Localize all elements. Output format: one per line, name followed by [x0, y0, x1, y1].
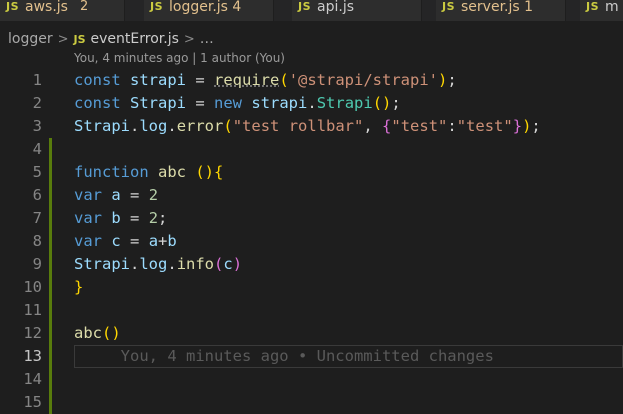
code-text: const Strapi = new strapi.Strapi();: [74, 94, 401, 112]
code-line: 1 const strapi = require('@strapi/strapi…: [0, 69, 623, 92]
git-added-gutter-indicator[interactable]: [49, 207, 52, 230]
breadcrumb: logger > JS eventError.js > …: [0, 29, 623, 49]
line-number: 10: [23, 278, 42, 296]
javascript-file-icon: JS: [298, 0, 312, 13]
code-line: 8 var c = a+b: [0, 230, 623, 253]
code-line: 5 function abc (){: [0, 161, 623, 184]
code-line: 7 var b = 2;: [0, 207, 623, 230]
code-text: Strapi.log.error("test rollbar", {"test"…: [74, 117, 541, 135]
tab-aws-js[interactable]: JS aws.js 2: [0, 0, 125, 21]
code-text: const strapi = require('@strapi/strapi')…: [74, 71, 457, 89]
code-line: 12 abc(): [0, 322, 623, 345]
tab-label: aws.js: [25, 0, 68, 15]
javascript-file-icon: JS: [73, 32, 86, 46]
git-added-gutter-indicator[interactable]: [49, 345, 52, 368]
code-line-active: 13 You, 4 minutes ago • Uncommitted chan…: [0, 345, 623, 368]
line-number: 1: [32, 71, 42, 89]
git-added-gutter-indicator[interactable]: [49, 161, 52, 184]
code-line: 10 }: [0, 276, 623, 299]
line-number: 2: [32, 94, 42, 112]
code-line: 6 var a = 2: [0, 184, 623, 207]
code-line: 2 const Strapi = new strapi.Strapi();: [0, 92, 623, 115]
tab-api-js[interactable]: JS api.js: [292, 0, 422, 21]
git-added-gutter-indicator[interactable]: [49, 299, 52, 322]
problem-count-badge: 2: [79, 0, 89, 14]
code-line: 4: [0, 138, 623, 161]
git-added-gutter-indicator[interactable]: [49, 391, 52, 414]
line-number: 11: [23, 301, 42, 319]
code-line: 14: [0, 368, 623, 391]
javascript-file-icon: JS: [150, 0, 164, 13]
line-number: 6: [32, 186, 42, 204]
javascript-file-icon: JS: [586, 0, 600, 13]
tab-label: m: [605, 0, 619, 15]
line-number: 12: [23, 324, 42, 342]
git-added-gutter-indicator[interactable]: [49, 253, 52, 276]
line-number: 14: [23, 370, 42, 388]
git-added-gutter-indicator[interactable]: [49, 322, 52, 345]
line-number: 7: [32, 209, 42, 227]
javascript-file-icon: JS: [6, 0, 20, 13]
code-text: function abc (){: [74, 163, 224, 181]
tab-server-js[interactable]: JS server.js 1: [436, 0, 566, 21]
line-number: 8: [32, 232, 42, 250]
editor-tab-bar: JS aws.js 2 JS logger.js 4 JS api.js JS …: [0, 0, 623, 21]
breadcrumb-file[interactable]: eventError.js: [91, 31, 179, 47]
line-number: 13: [23, 347, 42, 365]
tab-logger-js[interactable]: JS logger.js 4: [144, 0, 274, 21]
tab-label: server.js 1: [461, 0, 534, 15]
code-text: abc(): [74, 324, 121, 342]
tab-label: logger.js 4: [169, 0, 242, 15]
line-number: 5: [32, 163, 42, 181]
inline-blame-annotation: You, 4 minutes ago • Uncommitted changes: [74, 347, 494, 365]
git-added-gutter-indicator[interactable]: [49, 230, 52, 253]
git-added-gutter-indicator[interactable]: [49, 276, 52, 299]
code-line: 15: [0, 391, 623, 414]
code-line: 9 Strapi.log.info(c): [0, 253, 623, 276]
git-added-gutter-indicator[interactable]: [49, 368, 52, 391]
code-text: var a = 2: [74, 186, 159, 204]
line-number: 3: [32, 117, 42, 135]
git-blame-codelens[interactable]: You, 4 minutes ago | 1 author (You): [74, 51, 285, 65]
breadcrumb-symbols[interactable]: …: [200, 31, 214, 47]
code-line: 3 Strapi.log.error("test rollbar", {"tes…: [0, 115, 623, 138]
line-number: 4: [32, 140, 42, 158]
code-line: 11: [0, 299, 623, 322]
chevron-right-icon: >: [183, 31, 195, 47]
code-text: Strapi.log.info(c): [74, 255, 243, 273]
chevron-right-icon: >: [57, 31, 69, 47]
line-number: 9: [32, 255, 42, 273]
tab-overflow-file[interactable]: JS m: [580, 0, 623, 21]
git-added-gutter-indicator[interactable]: [49, 138, 52, 161]
code-text: var b = 2;: [74, 209, 168, 227]
code-text: }: [74, 278, 84, 296]
line-number: 15: [23, 393, 42, 411]
breadcrumb-folder[interactable]: logger: [8, 31, 53, 47]
git-added-gutter-indicator[interactable]: [49, 184, 52, 207]
javascript-file-icon: JS: [442, 0, 456, 13]
tab-label: api.js: [317, 0, 355, 15]
code-text: var c = a+b: [74, 232, 177, 250]
code-editor[interactable]: 1 const strapi = require('@strapi/strapi…: [0, 69, 623, 414]
